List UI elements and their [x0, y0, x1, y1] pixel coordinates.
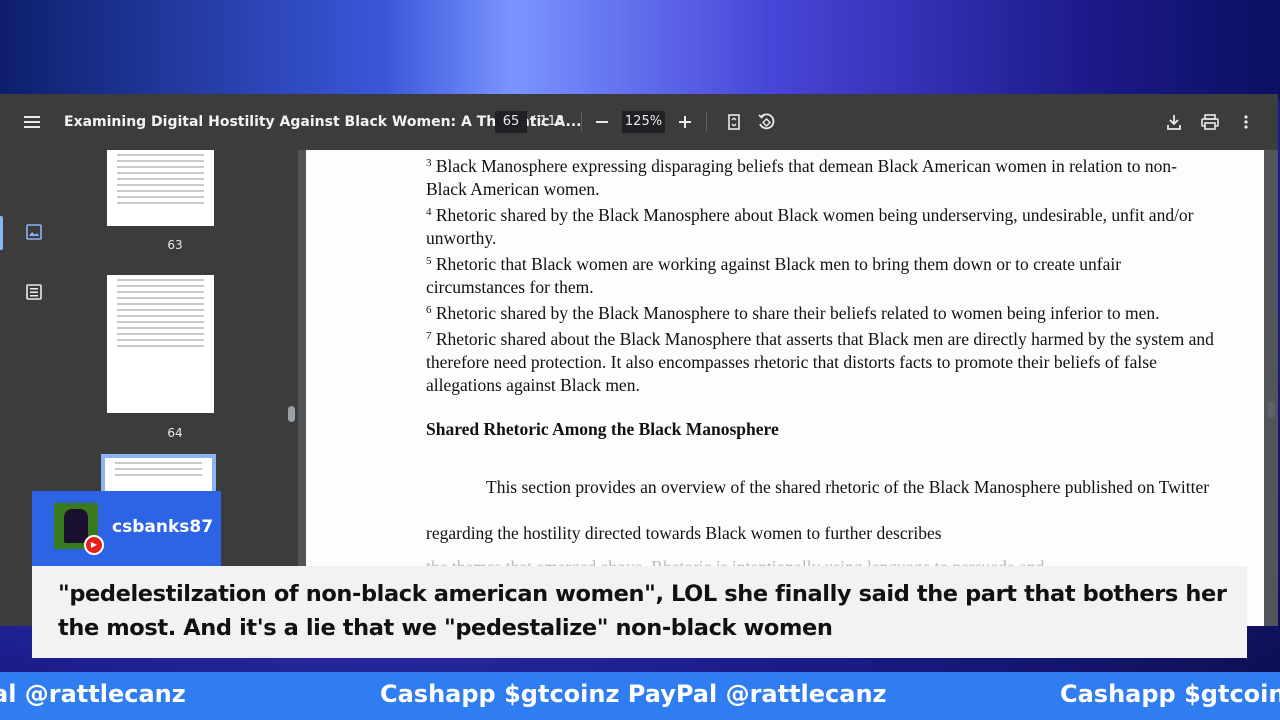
chat-message: "pedelestilzation of non-black american …: [58, 581, 1227, 641]
page-thumbnail[interactable]: [107, 275, 214, 413]
footnote: 7 Rhetoric shared about the Black Manosp…: [426, 329, 1214, 395]
footnote: 3 Black Manosphere expressing disparagin…: [426, 156, 1177, 199]
thumbnail-scrollbar[interactable]: [286, 150, 298, 626]
page-total: / 113: [531, 114, 565, 129]
download-icon[interactable]: [1162, 110, 1186, 134]
pdf-page: 3 Black Manosphere expressing disparagin…: [306, 150, 1264, 626]
plus-icon[interactable]: [673, 110, 697, 134]
body-paragraph: This section provides an overview of the…: [426, 477, 1210, 543]
ticker-text: Cashapp $gtcoin: [1060, 680, 1280, 708]
background-gradient: [0, 0, 1280, 100]
chat-author-box: ▶ csbanks87: [32, 491, 221, 566]
viewer-toolbar: Examining Digital Hostility Against Blac…: [0, 94, 1278, 150]
document-area: 3 Black Manosphere expressing disparagin…: [298, 150, 1278, 626]
thumbnails-icon[interactable]: [22, 220, 46, 244]
page-thumbnail[interactable]: [107, 150, 214, 226]
fit-page-icon[interactable]: [722, 110, 746, 134]
active-indicator: [0, 216, 3, 250]
scrollbar-thumb[interactable]: [1268, 402, 1275, 418]
print-icon[interactable]: [1198, 110, 1222, 134]
rotate-icon[interactable]: [754, 110, 778, 134]
footnote: 4 Rhetoric shared by the Black Manospher…: [426, 205, 1194, 248]
scrollbar-thumb[interactable]: [288, 406, 295, 422]
toolbar-divider: [706, 112, 707, 132]
minus-icon[interactable]: [590, 110, 614, 134]
more-vert-icon[interactable]: [1234, 110, 1258, 134]
ticker-text: Cashapp $gtcoinz PayPal @rattlecanz: [380, 680, 887, 708]
outline-icon[interactable]: [22, 280, 46, 304]
menu-icon[interactable]: [20, 110, 44, 134]
youtube-icon: ▶: [84, 535, 104, 555]
donation-ticker: al @rattlecanz Cashapp $gtcoinz PayPal @…: [0, 672, 1280, 720]
page-text: 3 Black Manosphere expressing disparagin…: [426, 152, 1216, 579]
section-heading: Shared Rhetoric Among the Black Manosphe…: [426, 419, 779, 439]
chat-message-box: "pedelestilzation of non-black american …: [32, 566, 1247, 658]
chat-username: csbanks87: [112, 517, 214, 537]
document-scrollbar[interactable]: [1266, 150, 1278, 610]
zoom-level-input[interactable]: 125%: [622, 111, 665, 133]
footnote: 6 Rhetoric shared by the Black Manospher…: [426, 303, 1160, 323]
footnote: 5 Rhetoric that Black women are working …: [426, 254, 1122, 297]
page-number-input[interactable]: 65: [495, 111, 527, 133]
ticker-text: al @rattlecanz: [0, 680, 186, 708]
thumbnail-label: 63: [167, 238, 183, 252]
toolbar-divider: [581, 112, 582, 132]
thumbnail-label: 64: [167, 426, 183, 440]
